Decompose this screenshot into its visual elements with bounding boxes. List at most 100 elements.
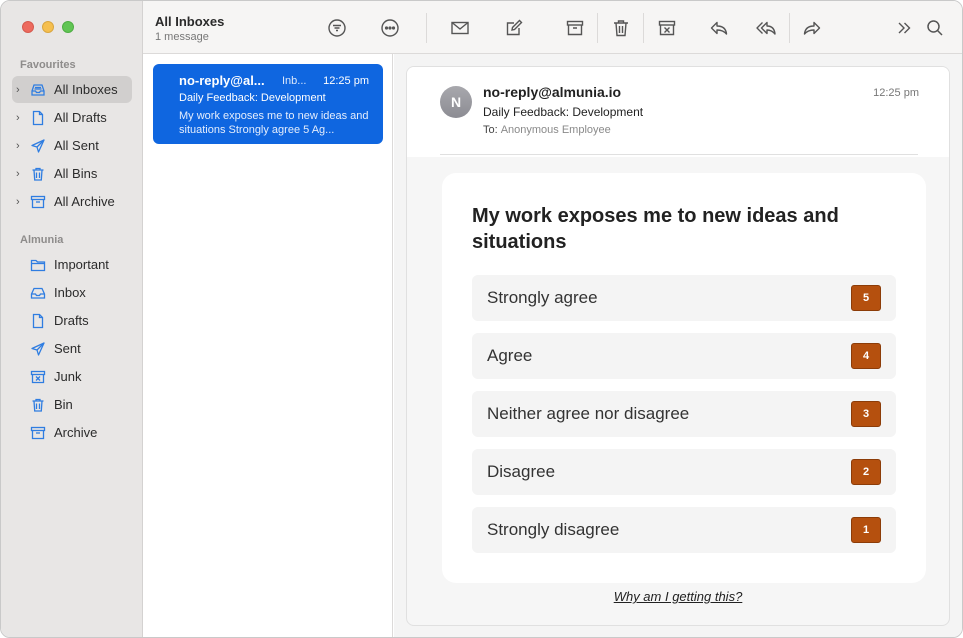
sidebar-item-label: Archive: [54, 425, 98, 440]
mail-window: Favourites › All Inboxes › All Drafts › …: [0, 0, 963, 638]
trash-icon: [614, 20, 628, 37]
reply-button[interactable]: [706, 15, 732, 41]
message-list-item[interactable]: no-reply@al... Inb... 12:25 pm Daily Fee…: [153, 64, 383, 144]
toolbar-divider: [643, 13, 644, 43]
filter-button[interactable]: [324, 15, 350, 41]
more-button[interactable]: [377, 15, 403, 41]
delete-button[interactable]: [608, 15, 634, 41]
archive-icon: [566, 20, 584, 36]
answer-score-badge[interactable]: 2: [851, 459, 881, 485]
envelope-icon: [451, 21, 469, 35]
message-count: 1 message: [155, 31, 209, 43]
answer-label: Disagree: [487, 462, 556, 481]
sidebar-item-all-sent[interactable]: › All Sent: [12, 132, 132, 159]
sidebar-item-bin[interactable]: Bin: [12, 391, 132, 418]
minimize-window-button[interactable]: [42, 21, 54, 33]
sidebar-item-label: Bin: [54, 397, 73, 412]
why-am-i-getting-this-link[interactable]: Why am I getting this?: [407, 589, 949, 604]
get-mail-button[interactable]: [447, 15, 473, 41]
reply-all-button[interactable]: [753, 15, 779, 41]
bin-icon: [28, 397, 48, 413]
answer-score-badge[interactable]: 5: [851, 285, 881, 311]
sidebar-item-all-bins[interactable]: › All Bins: [12, 160, 132, 187]
answer-option[interactable]: Strongly agree 5: [472, 275, 896, 321]
compose-button[interactable]: [501, 15, 527, 41]
sidebar-item-all-drafts[interactable]: › All Drafts: [12, 104, 132, 131]
sidebar-item-inbox[interactable]: Inbox: [12, 279, 132, 306]
disclosure-chevron-icon[interactable]: ›: [12, 196, 26, 208]
answer-label: Neither agree nor disagree: [487, 404, 690, 423]
survey-card: My work exposes me to new ideas and situ…: [442, 173, 926, 583]
message-subject: Daily Feedback: Development: [179, 92, 326, 104]
sent-icon: [28, 341, 48, 357]
sidebar-item-all-archive[interactable]: › All Archive: [12, 188, 132, 215]
answer-option[interactable]: Neither agree nor disagree 3: [472, 391, 896, 437]
disclosure-chevron-icon[interactable]: ›: [12, 112, 26, 124]
junk-icon: [658, 20, 676, 36]
toolbar-divider: [789, 13, 790, 43]
archive-icon: [28, 425, 48, 441]
all-inboxes-icon: [28, 82, 48, 98]
close-window-button[interactable]: [22, 21, 34, 33]
zoom-window-button[interactable]: [62, 21, 74, 33]
ellipsis-icon: [381, 19, 399, 37]
message-sender: no-reply@al...: [179, 73, 265, 88]
answer-label: Agree: [487, 346, 533, 365]
sidebar-item-important[interactable]: Important: [12, 251, 132, 278]
message-preview: My work exposes me to new ideas and situ…: [179, 110, 369, 136]
disclosure-chevron-icon[interactable]: ›: [12, 168, 26, 180]
answer-score-badge[interactable]: 1: [851, 517, 881, 543]
email-time: 12:25 pm: [873, 87, 919, 99]
message-list: no-reply@al... Inb... 12:25 pm Daily Fee…: [143, 54, 393, 637]
sidebar-item-label: All Bins: [54, 166, 98, 181]
survey-question: My work exposes me to new ideas and situ…: [472, 205, 839, 253]
sidebar-item-junk[interactable]: Junk: [12, 363, 132, 390]
message-time: 12:25 pm: [323, 75, 369, 87]
sidebar-item-label: Drafts: [54, 313, 89, 328]
inbox-icon: [28, 285, 48, 301]
sidebar-item-label: Sent: [54, 341, 81, 356]
window-controls: [22, 21, 74, 33]
search-button[interactable]: [922, 15, 948, 41]
chevron-double-right-icon: [898, 22, 911, 34]
disclosure-chevron-icon[interactable]: ›: [12, 84, 26, 96]
reading-pane: N no-reply@almunia.io 12:25 pm Daily Fee…: [394, 54, 962, 637]
sidebar-item-label: All Sent: [54, 138, 99, 153]
disclosure-chevron-icon[interactable]: ›: [12, 140, 26, 152]
reply-icon: [710, 21, 728, 35]
mailbox-title: All Inboxes: [155, 14, 225, 29]
sidebar-item-label: All Drafts: [54, 110, 107, 125]
archive-button[interactable]: [562, 15, 588, 41]
sidebar-item-all-inboxes[interactable]: › All Inboxes: [12, 76, 132, 103]
junk-button[interactable]: [654, 15, 680, 41]
answer-score-badge[interactable]: 3: [851, 401, 881, 427]
message-mailbox: Inb...: [282, 75, 307, 87]
drafts-icon: [28, 313, 48, 329]
forward-button[interactable]: [799, 15, 825, 41]
sidebar-item-label: Inbox: [54, 285, 86, 300]
recipient-name[interactable]: Anonymous Employee: [501, 124, 611, 136]
answer-option[interactable]: Disagree 2: [472, 449, 896, 495]
sidebar-item-sent[interactable]: Sent: [12, 335, 132, 362]
answer-label: Strongly disagree: [487, 520, 620, 539]
answer-option[interactable]: Agree 4: [472, 333, 896, 379]
toolbar-divider: [597, 13, 598, 43]
email-header: N no-reply@almunia.io 12:25 pm Daily Fee…: [407, 67, 949, 157]
sidebar-item-drafts[interactable]: Drafts: [12, 307, 132, 334]
sidebar-item-label: Important: [54, 257, 109, 272]
toolbar-overflow-button[interactable]: [891, 15, 917, 41]
answer-score-badge[interactable]: 4: [851, 343, 881, 369]
search-icon: [927, 20, 943, 36]
reply-all-icon: [756, 21, 776, 35]
answer-option[interactable]: Strongly disagree 1: [472, 507, 896, 553]
sidebar-item-label: All Archive: [54, 194, 115, 209]
account-section-label: Almunia: [20, 234, 64, 246]
sidebar-item-label: All Inboxes: [54, 82, 118, 97]
email-sender[interactable]: no-reply@almunia.io: [483, 84, 621, 100]
favourites-section-label: Favourites: [20, 59, 76, 71]
sidebar-item-archive[interactable]: Archive: [12, 419, 132, 446]
email-subject: Daily Feedback: Development: [483, 105, 644, 119]
avatar: N: [440, 86, 472, 118]
email-view: N no-reply@almunia.io 12:25 pm Daily Fee…: [406, 66, 950, 626]
email-recipient: To: Anonymous Employee: [483, 124, 611, 136]
